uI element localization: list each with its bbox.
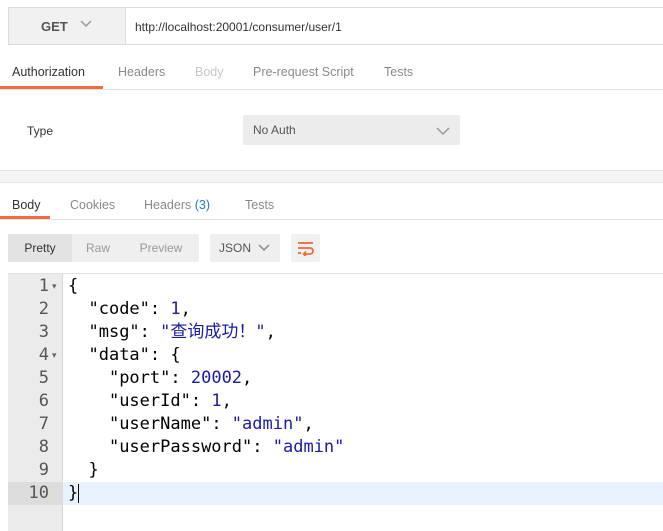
code-line: "userId": 1,: [108, 391, 232, 411]
code-line: }: [68, 460, 99, 480]
language-select[interactable]: JSON: [210, 234, 280, 262]
pretty-button[interactable]: Pretty: [8, 234, 72, 262]
active-line-highlight: [8, 482, 663, 505]
code-line: }: [68, 483, 80, 503]
tab-cookies[interactable]: Cookies: [70, 198, 115, 212]
json-value-userid: 1: [211, 391, 222, 411]
tab-response-tests[interactable]: Tests: [245, 198, 274, 212]
json-value-username: admin: [242, 414, 294, 434]
json-value-msg: 查询成功！: [170, 322, 256, 342]
divider: [0, 89, 663, 90]
tab-response-body[interactable]: Body: [12, 198, 41, 212]
fold-toggle-icon[interactable]: ▾: [52, 344, 57, 367]
json-value-port: 20002: [190, 368, 243, 388]
line-number: 9: [38, 460, 49, 480]
auth-type-label: Type: [27, 124, 54, 138]
line-number: 1: [38, 276, 49, 296]
tab-response-headers[interactable]: Headers (3): [144, 198, 210, 212]
text-cursor: [78, 483, 80, 503]
url-bar: GET http://localhost:20001/consumer/user…: [8, 7, 663, 45]
language-value: JSON: [219, 241, 252, 255]
line-number: 7: [38, 414, 49, 434]
section-divider: [0, 170, 663, 183]
line-number: 10: [28, 483, 49, 503]
format-mode-group: Pretty Raw Preview: [8, 234, 199, 262]
method-label: GET: [41, 19, 68, 34]
chevron-down-icon: [436, 127, 450, 136]
preview-button[interactable]: Preview: [130, 234, 192, 262]
line-number: 3: [38, 322, 49, 342]
code-line: {: [68, 276, 79, 296]
url-input[interactable]: http://localhost:20001/consumer/user/1: [135, 20, 342, 34]
tab-body[interactable]: Body: [195, 65, 224, 79]
line-number: 6: [38, 391, 49, 411]
line-number: 2: [38, 299, 49, 319]
raw-button[interactable]: Raw: [74, 234, 122, 262]
line-number: 8: [38, 437, 49, 457]
tab-pre-request-script[interactable]: Pre-request Script: [253, 65, 354, 79]
divider: [0, 219, 663, 220]
line-number: 4: [38, 345, 49, 365]
auth-type-value: No Auth: [253, 123, 296, 137]
request-tabs: Authorization Headers Body Pre-request S…: [0, 56, 663, 89]
code-line: "data": {: [88, 345, 181, 365]
wrap-lines-button[interactable]: [291, 234, 320, 262]
line-number: 5: [38, 368, 49, 388]
chevron-down-icon: [258, 244, 270, 252]
method-selector[interactable]: GET: [9, 8, 126, 44]
response-body-editor[interactable]: 1 2 3 4 5 6 7 8 9 10 ▾ ▾ { "code": 1, "m…: [8, 273, 663, 531]
code-line: "port": 20002,: [108, 368, 253, 388]
code-line: "msg": "查询成功！",: [88, 322, 276, 342]
json-value-code: 1: [170, 299, 181, 319]
code-line: "userName": "admin",: [108, 414, 314, 434]
fold-toggle-icon[interactable]: ▾: [52, 275, 57, 298]
code-line: "userPassword": "admin": [108, 437, 345, 457]
tab-tests[interactable]: Tests: [384, 65, 413, 79]
tab-headers[interactable]: Headers: [118, 65, 165, 79]
auth-type-select[interactable]: No Auth: [243, 115, 460, 145]
code-line: "code": 1,: [88, 299, 191, 319]
tab-authorization[interactable]: Authorization: [12, 65, 85, 79]
json-value-userpassword: admin: [282, 437, 335, 457]
wrap-lines-icon: [298, 242, 314, 256]
headers-count-badge: (3): [194, 198, 211, 212]
tab-response-headers-label: Headers: [144, 198, 192, 212]
chevron-down-icon: [80, 20, 92, 28]
